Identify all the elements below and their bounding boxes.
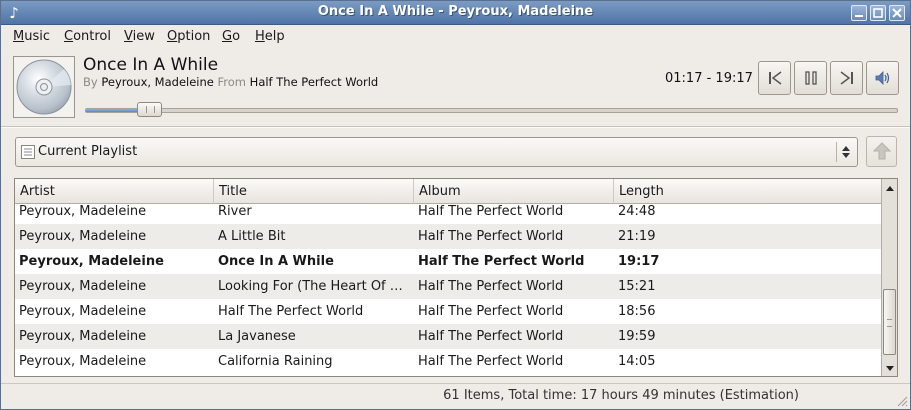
minimize-icon	[855, 15, 863, 17]
cell-title: Half The Perfect World	[218, 304, 364, 319]
artist-link[interactable]: Peyroux, Madeleine	[101, 75, 214, 89]
updown-arrows-icon	[842, 146, 850, 158]
menu-help[interactable]: Help	[255, 29, 285, 44]
cell-artist: Peyroux, Madeleine	[19, 205, 147, 219]
divider	[1, 126, 910, 128]
cell-title: Once In A While	[218, 254, 334, 269]
from-label: From	[217, 75, 247, 89]
cell-title: Looking For (The Heart Of Saturday Night…	[218, 279, 406, 294]
status-bar-text: 61 Items, Total time: 17 hours 49 minute…	[443, 388, 799, 403]
menu-music[interactable]: Music	[13, 29, 50, 44]
menu-option[interactable]: Option	[167, 29, 210, 44]
cd-icon	[16, 59, 72, 115]
cell-length: 18:56	[618, 304, 656, 319]
cell-length: 15:21	[618, 279, 656, 294]
cell-artist: Peyroux, Madeleine	[19, 279, 147, 294]
song-meta: By Peyroux, Madeleine From Half The Perf…	[83, 75, 378, 89]
cell-artist: Peyroux, Madeleine	[19, 254, 164, 269]
song-title: Once In A While	[83, 55, 219, 75]
column-header-album[interactable]: Album	[414, 179, 614, 204]
previous-button[interactable]	[758, 61, 791, 95]
cell-album: Half The Perfect World	[418, 229, 564, 244]
cell-artist: Peyroux, Madeleine	[19, 329, 147, 344]
cell-title: California Raining	[218, 354, 333, 369]
cell-album: Half The Perfect World	[418, 205, 564, 219]
menu-control[interactable]: Control	[64, 29, 111, 44]
cell-length: 21:19	[618, 229, 656, 244]
skip-next-icon	[840, 71, 853, 85]
cell-album: Half The Perfect World	[418, 329, 564, 344]
table-header: Artist Title Album Length	[15, 179, 881, 204]
playlist-table: Artist Title Album Length Peyroux, Madel…	[14, 178, 898, 377]
maximize-button[interactable]	[870, 5, 886, 21]
table-row[interactable]: Peyroux, Madeleine California Raining Half…	[15, 349, 881, 374]
table-row[interactable]: Peyroux, Madeleine Half The Perfect World…	[15, 299, 881, 324]
volume-button[interactable]	[866, 61, 899, 95]
vertical-scrollbar[interactable]	[881, 179, 897, 376]
album-cover	[13, 56, 75, 118]
scroll-down-icon[interactable]	[885, 364, 895, 374]
cell-album: Half The Perfect World	[418, 354, 564, 369]
volume-icon	[875, 71, 890, 85]
menu-view[interactable]: View	[124, 29, 155, 44]
app-window: ♪ Once In A While - Peyroux, Madeleine M…	[0, 0, 911, 410]
playlist-icon	[21, 145, 35, 159]
cell-album: Half The Perfect World	[418, 279, 564, 294]
arrow-up-icon	[873, 142, 891, 160]
menu-go[interactable]: Go	[222, 29, 240, 44]
seek-handle[interactable]	[137, 102, 162, 117]
pause-icon	[805, 71, 817, 85]
playlist-selector[interactable]: Current Playlist	[15, 137, 858, 167]
cell-title: A Little Bit	[218, 229, 286, 244]
cell-artist: Peyroux, Madeleine	[19, 229, 147, 244]
cell-length: 19:17	[618, 254, 660, 269]
cell-length: 14:05	[618, 354, 656, 369]
table-body: Peyroux, Madeleine River Half The Perfect …	[15, 205, 881, 376]
by-label: By	[83, 75, 98, 89]
resize-grip-icon[interactable]	[897, 396, 908, 407]
table-row[interactable]: Peyroux, Madeleine Looking For (The Heart…	[15, 274, 881, 299]
album-link[interactable]: Half The Perfect World	[250, 75, 379, 89]
cell-title: La Javanese	[218, 329, 296, 344]
close-icon	[892, 8, 902, 18]
cell-title: River	[218, 205, 252, 219]
cell-album: Half The Perfect World	[418, 304, 564, 319]
time-display: 01:17 - 19:17	[665, 71, 753, 86]
menu-bar: Music Control View Option Go Help	[1, 26, 910, 48]
close-button[interactable]	[889, 5, 905, 21]
minimize-button[interactable]	[851, 5, 867, 21]
column-header-artist[interactable]: Artist	[15, 179, 214, 204]
cell-artist: Peyroux, Madeleine	[19, 354, 147, 369]
go-up-button[interactable]	[866, 136, 897, 167]
scrollbar-thumb[interactable]	[883, 289, 896, 355]
cell-length: 24:48	[618, 205, 656, 219]
next-button[interactable]	[830, 61, 863, 95]
cell-length: 19:59	[618, 329, 656, 344]
table-row[interactable]: Peyroux, Madeleine River Half The Perfect …	[15, 205, 881, 224]
cell-artist: Peyroux, Madeleine	[19, 304, 147, 319]
seek-progress	[86, 109, 140, 112]
playlist-selector-value: Current Playlist	[38, 144, 138, 159]
title-bar[interactable]: ♪ Once In A While - Peyroux, Madeleine	[1, 1, 910, 25]
column-header-length[interactable]: Length	[614, 179, 881, 204]
column-header-title[interactable]: Title	[214, 179, 414, 204]
table-row-now-playing[interactable]: Peyroux, Madeleine Once In A While Half Th…	[15, 249, 881, 274]
pause-button[interactable]	[794, 61, 827, 95]
seek-bar[interactable]	[85, 108, 898, 113]
scroll-up-icon[interactable]	[885, 183, 895, 193]
skip-previous-icon	[769, 71, 782, 85]
cell-album: Half The Perfect World	[418, 254, 585, 269]
maximize-icon	[873, 8, 883, 18]
table-row[interactable]: Peyroux, Madeleine A Little Bit Half The P…	[15, 224, 881, 249]
window-title: Once In A While - Peyroux, Madeleine	[317, 4, 594, 19]
table-row[interactable]: Peyroux, Madeleine La Javanese Half The Pe…	[15, 324, 881, 349]
